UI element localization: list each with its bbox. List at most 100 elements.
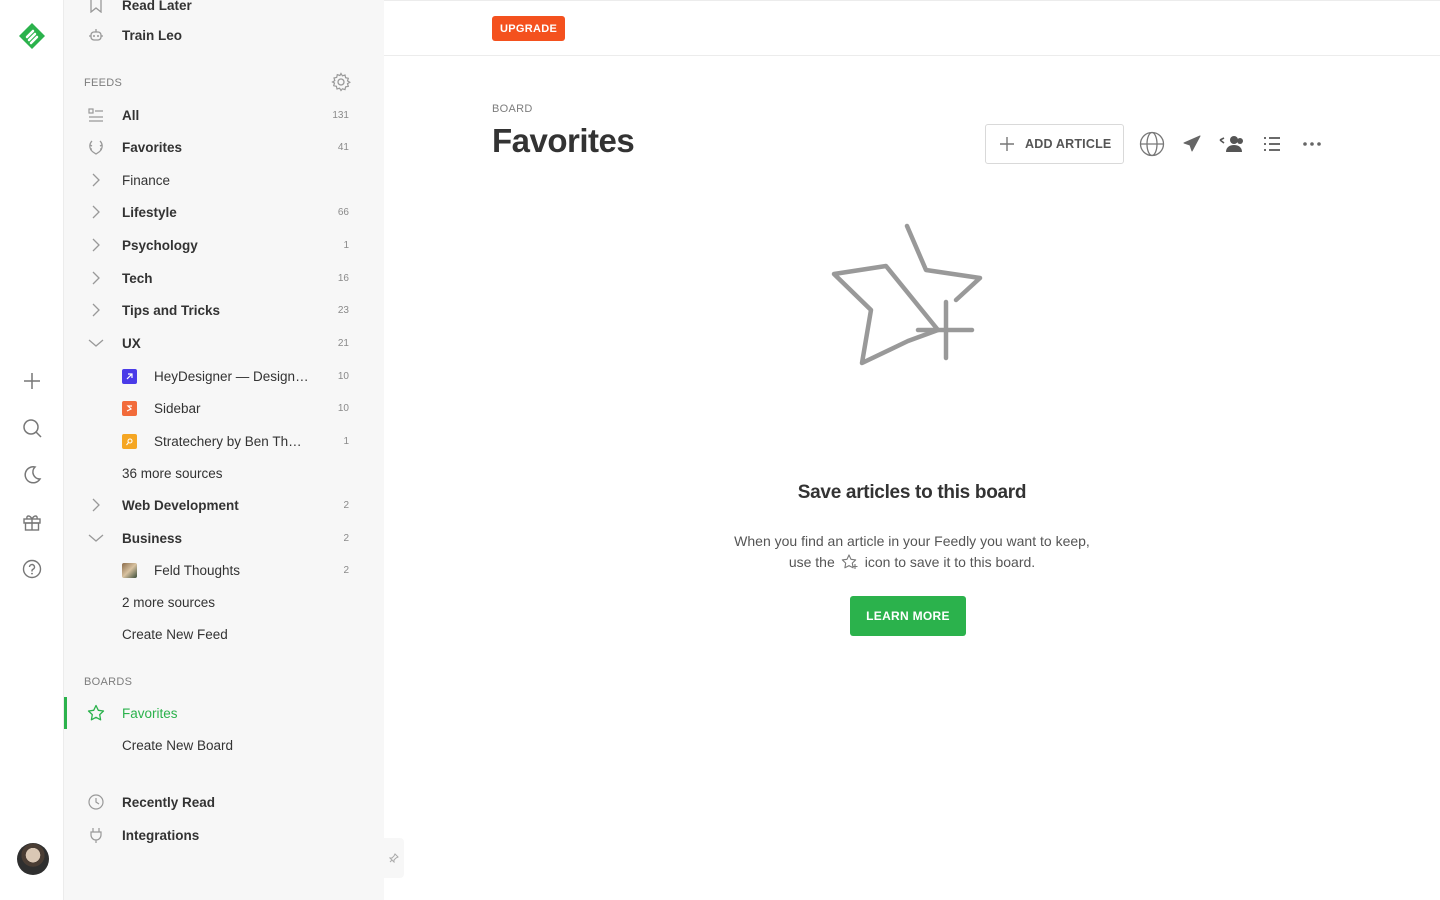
more-sources-label: 36 more sources [122,465,223,481]
source-label: Stratechery by Ben Tho… [154,433,309,449]
search-icon[interactable] [20,416,44,440]
learn-more-button[interactable]: LEARN MORE [850,596,966,636]
unread-count: 21 [337,337,349,349]
gear-icon[interactable] [331,72,351,92]
chevron-right-icon[interactable] [86,170,106,190]
source-label: HeyDesigner — Design … [154,368,309,384]
send-icon[interactable] [1179,131,1205,157]
boards-section-label: BOARDS [84,676,133,688]
unread-count: 2 [343,499,349,511]
sidebar-source-heydesigner[interactable]: HeyDesigner — Design … 10 [64,361,384,391]
clock-icon [86,792,106,812]
feeds-section-label: FEEDS [84,77,123,89]
sidebar-item-label: Finance [122,172,171,188]
sidebar-item-lifestyle[interactable]: Lifestyle 66 [64,197,384,227]
ux-more-sources-link[interactable]: 36 more sources [64,458,384,488]
page-eyebrow: BOARD [492,103,533,115]
create-new-board-link[interactable]: Create New Board [64,730,384,760]
chevron-right-icon[interactable] [86,300,106,320]
unread-count: 1 [343,239,349,251]
top-bar: UPGRADE [384,0,1440,56]
sidebar-item-label: Favorites [122,705,178,721]
page-title: Favorites [492,122,635,159]
sidebar-item-label: Lifestyle [122,204,177,220]
unread-count: 10 [337,370,349,382]
sidebar-item-read-later[interactable]: Read Later [64,0,384,20]
sidebar-item-label: Business [122,530,183,546]
source-label: Feld Thoughts [154,562,241,578]
unread-count: 131 [332,109,349,121]
chevron-right-icon[interactable] [86,495,106,515]
star-icon [841,554,859,570]
sidebar-item-label: Tips and Tricks [122,302,221,318]
plug-icon [86,825,106,845]
gift-icon[interactable] [20,510,44,534]
chevron-down-icon[interactable] [86,528,106,548]
sidebar-item-tech[interactable]: Tech 16 [64,263,384,293]
unread-count: 10 [337,402,349,414]
list-view-icon[interactable] [1259,131,1285,157]
chevron-right-icon[interactable] [86,268,106,288]
add-content-icon[interactable] [20,369,44,393]
sidebar-item-label: UX [122,335,141,351]
sidebar-item-label: Psychology [122,237,198,253]
feld-thoughts-favicon [122,562,137,578]
star-icon [86,703,106,723]
share-team-icon[interactable] [1219,131,1245,157]
empty-desc-line1: When you find an article in your Feedly … [734,533,1090,549]
sidebar-item-finance[interactable]: Finance [64,165,384,195]
add-article-label: ADD ARTICLE [1025,137,1112,151]
left-rail [0,0,64,900]
sidebar-item-label: Favorites [122,139,183,155]
laurel-icon [86,137,106,157]
star-plus-icon [828,220,988,370]
user-avatar[interactable] [17,843,49,875]
help-icon[interactable] [20,557,44,581]
chevron-right-icon[interactable] [86,235,106,255]
sidebar-item-label: Web Development [122,497,239,513]
sidebar-item-board-favorites[interactable]: Favorites [64,698,384,728]
empty-desc-after: icon to save it to this board. [864,554,1036,570]
plus-icon [999,136,1015,152]
sidebar-source-stratechery[interactable]: Stratechery by Ben Tho… 1 [64,426,384,456]
sidebar-item-ux[interactable]: UX 21 [64,328,384,358]
sidebar-item-tips-and-tricks[interactable]: Tips and Tricks 23 [64,295,384,325]
create-new-feed-link[interactable]: Create New Feed [64,619,384,649]
unread-count: 16 [337,272,349,284]
sidebar-item-business[interactable]: Business 2 [64,523,384,553]
sidebar-item-integrations[interactable]: Integrations [64,820,384,850]
sidebar-favicon [122,400,137,416]
empty-state-title: Save articles to this board [797,482,1027,503]
sidebar-item-label: Read Later [122,0,192,13]
business-more-sources-link[interactable]: 2 more sources [64,587,384,617]
unread-count: 66 [337,206,349,218]
sidebar-item-favorites-feed[interactable]: Favorites 41 [64,132,384,162]
add-article-button[interactable]: ADD ARTICLE [985,124,1124,164]
upgrade-button[interactable]: UPGRADE [492,16,566,41]
chevron-down-icon[interactable] [86,333,106,353]
sidebar-source-feld-thoughts[interactable]: Feld Thoughts 2 [64,555,384,585]
sidebar-item-label: Recently Read [122,794,216,810]
pin-sidebar-icon[interactable] [384,838,404,878]
globe-icon[interactable] [1139,131,1165,157]
sidebar-item-train-leo[interactable]: Train Leo [64,20,384,50]
unread-count: 1 [343,435,349,447]
sidebar-item-psychology[interactable]: Psychology 1 [64,230,384,260]
sidebar-source-sidebar[interactable]: Sidebar 10 [64,393,384,423]
empty-desc-line2: use the icon to save it to this board. [612,552,1212,573]
create-board-label: Create New Board [122,737,234,753]
unread-count: 23 [337,304,349,316]
sidebar-item-label: All [122,107,140,123]
empty-desc-before: use the [788,554,835,570]
sidebar-item-all[interactable]: All 131 [64,100,384,130]
feedly-logo-icon[interactable] [18,22,46,50]
more-options-icon[interactable] [1299,131,1325,157]
sidebar-item-web-development[interactable]: Web Development 2 [64,490,384,520]
night-mode-icon[interactable] [20,463,44,487]
unread-count: 2 [343,532,349,544]
unread-count: 41 [337,141,349,153]
robot-icon [86,25,106,45]
sidebar-item-label: Tech [122,270,153,286]
chevron-right-icon[interactable] [86,202,106,222]
sidebar-item-recently-read[interactable]: Recently Read [64,787,384,817]
